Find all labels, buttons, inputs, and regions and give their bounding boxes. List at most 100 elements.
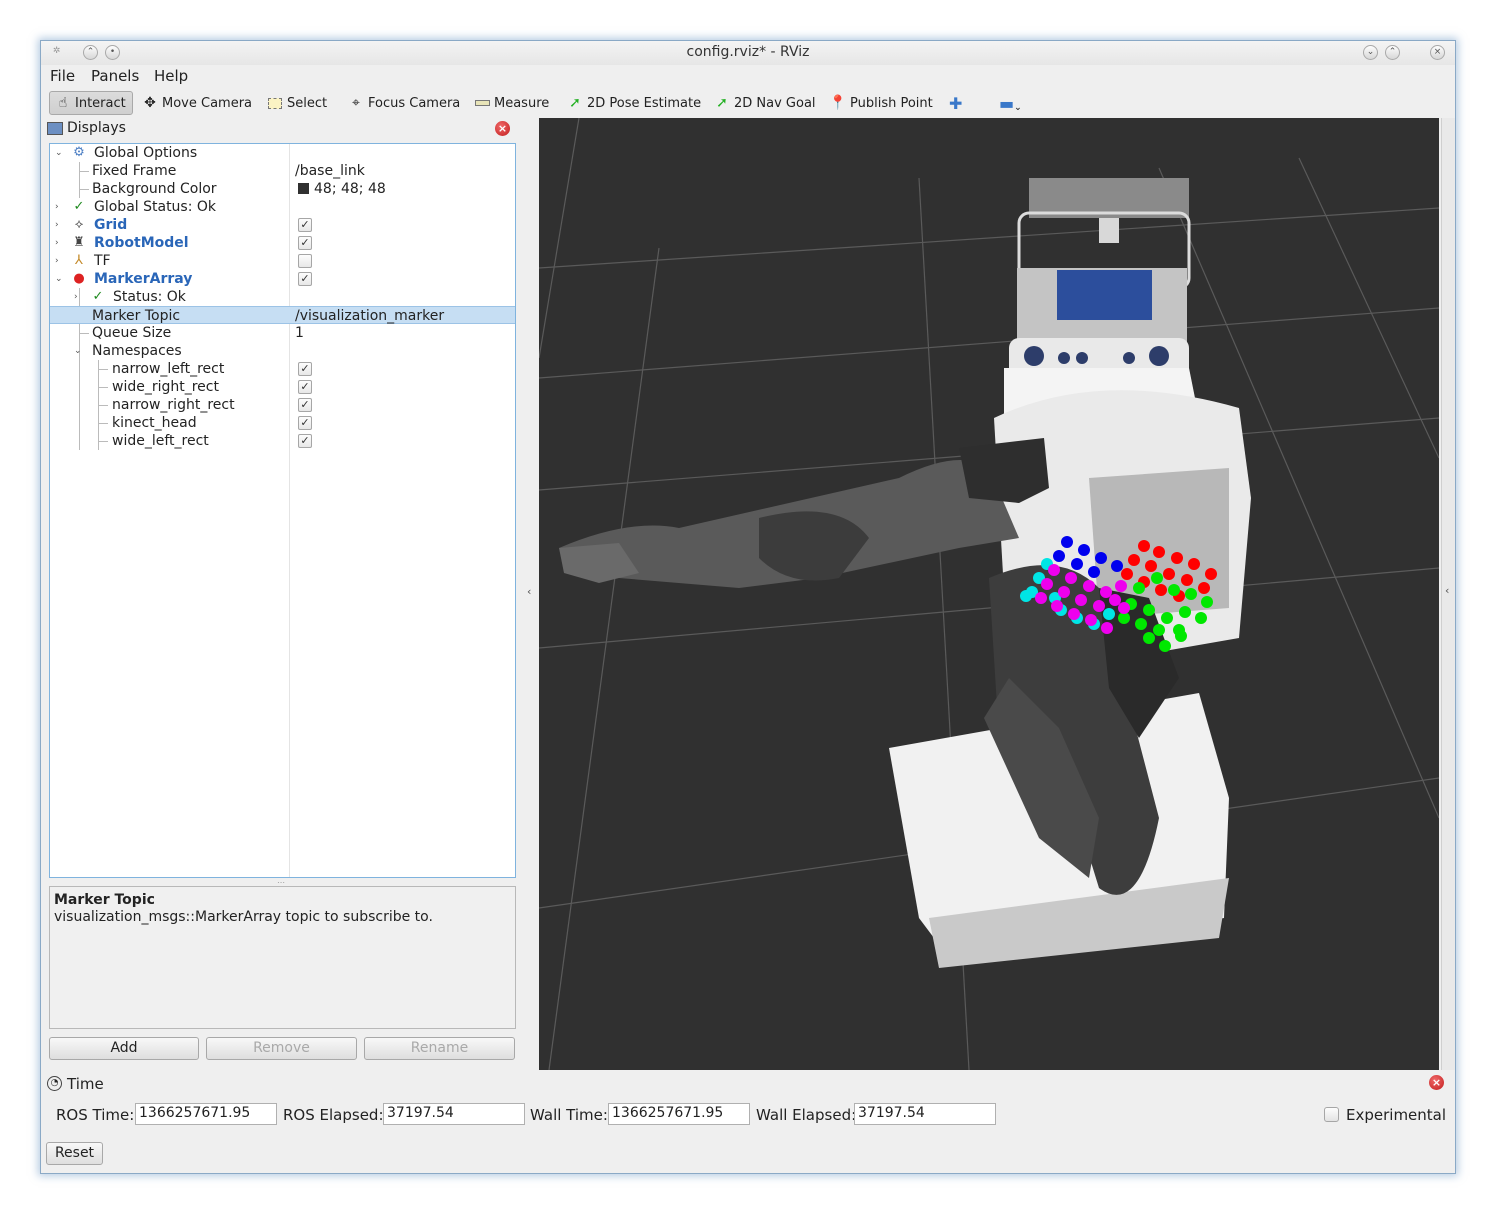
grid-icon: ⟡ — [74, 217, 84, 232]
row-value[interactable]: /base_link — [295, 162, 365, 180]
row-name: Status: Ok — [113, 289, 186, 305]
pose-estimate-label: 2D Pose Estimate — [587, 95, 702, 111]
ros-time-field[interactable]: 1366257671.95 — [135, 1103, 277, 1125]
namespace-checkbox[interactable]: ✓ — [298, 416, 312, 430]
pose-estimate-tool-button[interactable]: ➚ 2D Pose Estimate — [566, 91, 701, 115]
expand-arrow-icon[interactable]: › — [55, 216, 65, 234]
tree-row-background-color[interactable]: Background Color 48; 48; 48 — [50, 180, 515, 198]
row-value[interactable]: /visualization_marker — [295, 307, 444, 325]
green-arrow-icon: ➚ — [716, 95, 728, 111]
row-value[interactable]: 1 — [295, 324, 304, 342]
tree-row-namespace[interactable]: wide_left_rect ✓ — [50, 432, 515, 450]
experimental-label: Experimental — [1346, 1106, 1447, 1124]
row-name: TF — [94, 253, 111, 269]
expand-arrow-icon[interactable]: › — [74, 288, 84, 306]
tree-row-namespace[interactable]: wide_right_rect ✓ — [50, 378, 515, 396]
dropdown-chevron-icon: ⌄ — [1014, 103, 1022, 113]
tree-row-namespaces[interactable]: ⌄ Namespaces — [50, 342, 515, 360]
title-bar: ✲ ⌃ • config.rviz* - RViz ⌄ ⌃ × — [41, 41, 1455, 65]
row-name: Queue Size — [92, 325, 172, 341]
move-arrows-icon: ✥ — [144, 95, 156, 111]
nav-goal-tool-button[interactable]: ➚ 2D Nav Goal — [713, 91, 816, 115]
tree-row-queue-size[interactable]: Queue Size 1 — [50, 324, 515, 342]
focus-camera-tool-button[interactable]: ⌖ Focus Camera — [347, 91, 460, 115]
tree-row-global-status[interactable]: › ✓ Global Status: Ok — [50, 198, 515, 216]
markerarray-enabled-checkbox[interactable]: ✓ — [298, 272, 312, 286]
wall-time-label: Wall Time: — [530, 1106, 608, 1124]
focus-camera-label: Focus Camera — [368, 95, 461, 111]
displays-title: Displays — [67, 120, 126, 136]
menu-file[interactable]: File — [50, 67, 75, 85]
publish-point-tool-button[interactable]: 📍 Publish Point — [829, 91, 932, 115]
rename-display-button[interactable]: Rename — [364, 1037, 515, 1060]
collapse-arrow-icon[interactable]: ⌄ — [55, 270, 65, 288]
color-swatch[interactable] — [298, 183, 309, 194]
expand-arrow-icon[interactable]: › — [55, 252, 65, 270]
tree-row-tf[interactable]: › ⅄ TF — [50, 252, 515, 270]
tree-row-robotmodel[interactable]: › ♜ RobotModel ✓ — [50, 234, 515, 252]
property-description: Marker Topic visualization_msgs::MarkerA… — [49, 886, 516, 1029]
row-name: wide_right_rect — [112, 379, 219, 395]
checkmark-icon: ✓ — [73, 199, 85, 214]
select-tool-button[interactable]: Select — [266, 91, 327, 115]
close-displays-icon[interactable]: × — [495, 121, 510, 136]
robotmodel-enabled-checkbox[interactable]: ✓ — [298, 236, 312, 250]
expand-arrow-icon[interactable]: › — [55, 234, 65, 252]
measure-tool-button[interactable]: Measure — [473, 91, 549, 115]
3d-render-viewport[interactable] — [539, 118, 1439, 1070]
collapse-left-arrow-icon[interactable]: ‹ — [527, 585, 531, 598]
tree-row-markerarray[interactable]: ⌄ ● MarkerArray ✓ — [50, 270, 515, 288]
menu-bar: File Panels Help — [41, 65, 1455, 89]
pr2-robot-model — [559, 178, 1251, 968]
add-tool-button[interactable]: ✚ — [949, 91, 962, 115]
tree-row-fixed-frame[interactable]: Fixed Frame /base_link — [50, 162, 515, 180]
remove-tool-button[interactable]: ▬ ⌄ — [999, 91, 1022, 115]
ros-elapsed-field[interactable]: 37197.54 — [383, 1103, 525, 1125]
tree-row-status[interactable]: › ✓ Status: Ok — [50, 288, 515, 306]
remove-display-button[interactable]: Remove — [206, 1037, 357, 1060]
grid-enabled-checkbox[interactable]: ✓ — [298, 218, 312, 232]
row-name: narrow_left_rect — [112, 361, 225, 377]
menu-panels[interactable]: Panels — [91, 67, 139, 85]
namespace-checkbox[interactable]: ✓ — [298, 434, 312, 448]
tree-row-global-options[interactable]: ⌄ ⚙ Global Options — [50, 144, 515, 162]
add-display-button[interactable]: Add — [49, 1037, 199, 1060]
displays-tree: ⌄ ⚙ Global Options Fixed Frame /base_lin… — [49, 143, 516, 878]
menu-help[interactable]: Help — [154, 67, 188, 85]
markers-icon: ● — [73, 271, 85, 286]
expand-right-arrow-icon[interactable]: ‹ — [1445, 584, 1449, 597]
wall-elapsed-field[interactable]: 37197.54 — [854, 1103, 996, 1125]
time-values-row: ROS Time: 1366257671.95 ROS Elapsed: 371… — [41, 1101, 1455, 1129]
tool-bar: ☝ Interact ✥ Move Camera Select ⌖ Focus … — [41, 89, 1455, 117]
checkmark-icon: ✓ — [92, 289, 104, 304]
move-camera-tool-button[interactable]: ✥ Move Camera — [141, 91, 252, 115]
collapse-arrow-icon[interactable]: ⌄ — [74, 342, 84, 360]
interact-tool-button[interactable]: ☝ Interact — [49, 91, 133, 115]
row-name: wide_left_rect — [112, 433, 209, 449]
nav-goal-label: 2D Nav Goal — [734, 95, 816, 111]
tf-enabled-checkbox[interactable] — [298, 254, 312, 268]
hand-icon: ☝ — [58, 95, 68, 111]
tree-row-marker-topic[interactable]: Marker Topic /visualization_marker — [50, 306, 515, 324]
wall-time-field[interactable]: 1366257671.95 — [608, 1103, 750, 1125]
experimental-checkbox[interactable] — [1324, 1107, 1339, 1122]
description-text: visualization_msgs::MarkerArray topic to… — [54, 909, 433, 925]
reset-button[interactable]: Reset — [46, 1142, 103, 1165]
namespace-checkbox[interactable]: ✓ — [298, 398, 312, 412]
namespace-checkbox[interactable]: ✓ — [298, 362, 312, 376]
rviz-window: ✲ ⌃ • config.rviz* - RViz ⌄ ⌃ × File Pan… — [40, 40, 1456, 1174]
row-value[interactable]: 48; 48; 48 — [314, 180, 386, 198]
tree-row-namespace[interactable]: kinect_head ✓ — [50, 414, 515, 432]
close-time-icon[interactable]: × — [1429, 1075, 1444, 1090]
viewport-side-panel-handle[interactable]: ‹ — [1441, 118, 1455, 1070]
expand-arrow-icon[interactable]: › — [55, 198, 65, 216]
tree-row-namespace[interactable]: narrow_right_rect ✓ — [50, 396, 515, 414]
minus-icon: ▬ — [999, 93, 1015, 113]
minimize-button[interactable]: ⌄ — [1363, 45, 1378, 60]
tree-row-namespace[interactable]: narrow_left_rect ✓ — [50, 360, 515, 378]
namespace-checkbox[interactable]: ✓ — [298, 380, 312, 394]
close-window-button[interactable]: × — [1430, 45, 1445, 60]
maximize-button[interactable]: ⌃ — [1385, 45, 1400, 60]
tree-row-grid[interactable]: › ⟡ Grid ✓ — [50, 216, 515, 234]
collapse-arrow-icon[interactable]: ⌄ — [55, 144, 65, 162]
